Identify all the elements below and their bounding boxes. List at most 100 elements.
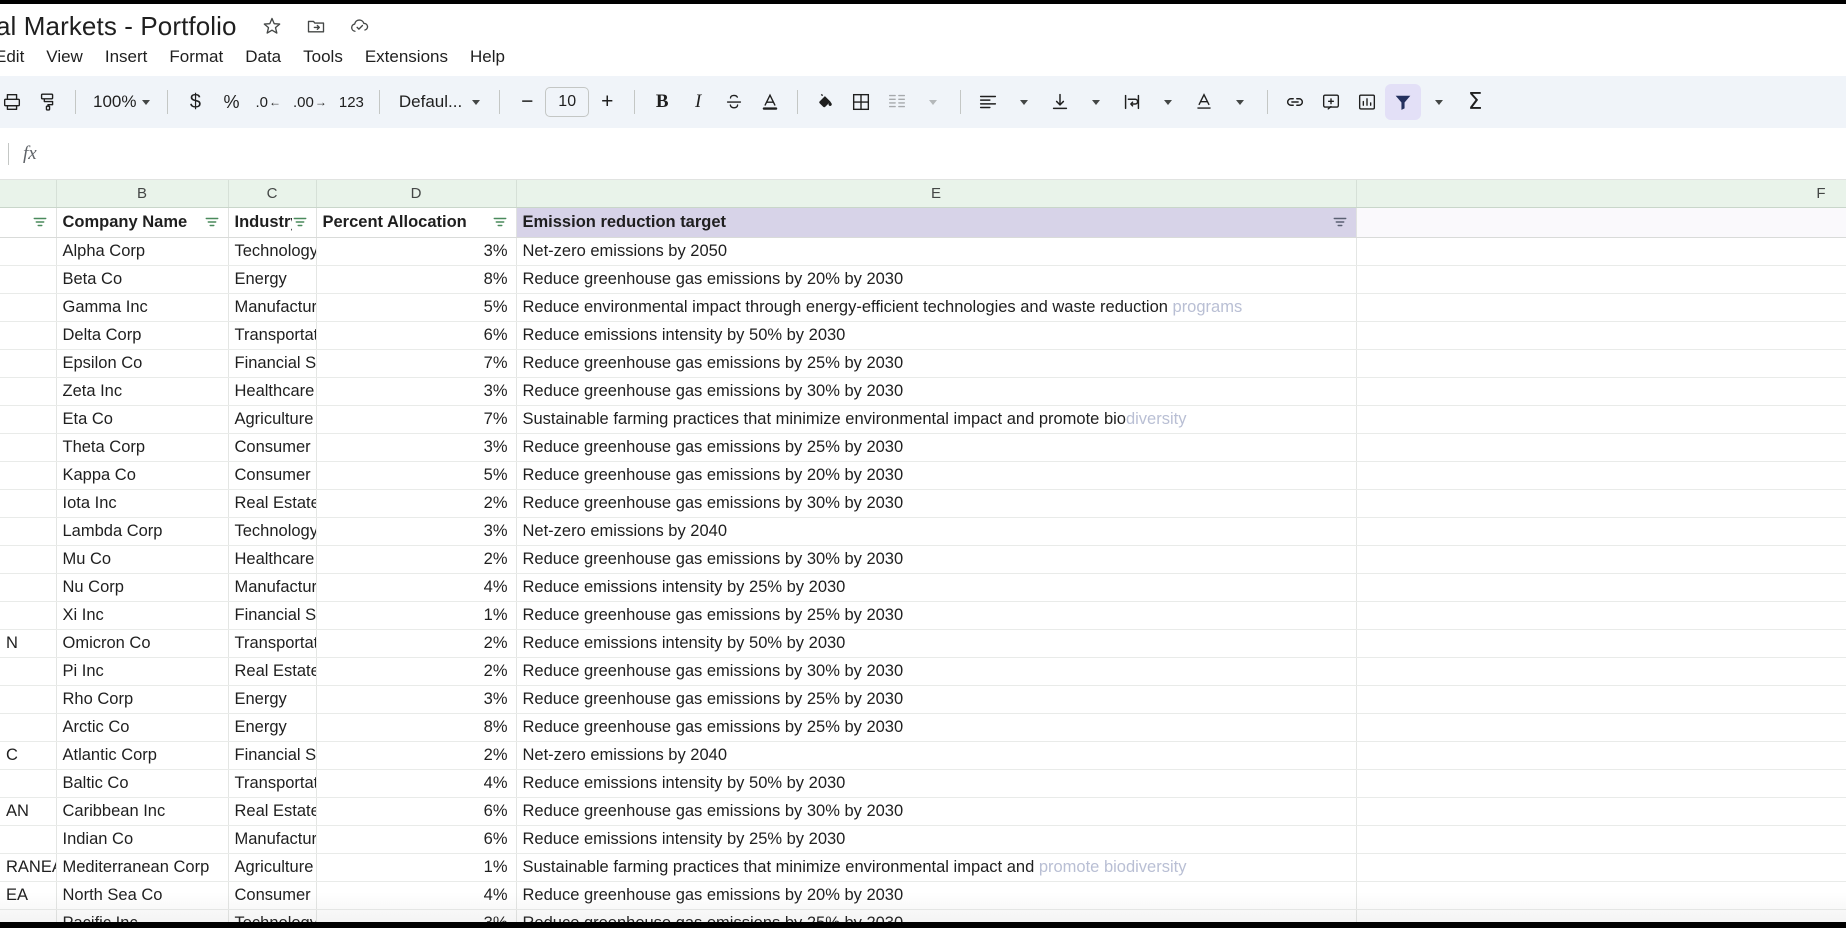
cell-company-code[interactable] (0, 349, 56, 377)
table-row[interactable]: Indian CoManufacturing6%Reduce emissions… (0, 825, 1846, 853)
table-row[interactable]: Epsilon CoFinancial Services7%Reduce gre… (0, 349, 1846, 377)
merge-cells-icon[interactable] (879, 84, 915, 120)
cell-column-f[interactable] (1356, 489, 1846, 517)
cell-emission-target[interactable]: Reduce greenhouse gas emissions by 20% b… (516, 461, 1356, 489)
star-icon[interactable] (259, 13, 285, 39)
cell-company-name[interactable]: Lambda Corp (56, 517, 228, 545)
column-header-f[interactable]: F (1356, 180, 1846, 207)
cell-emission-target[interactable]: Reduce greenhouse gas emissions by 30% b… (516, 657, 1356, 685)
table-row[interactable]: Baltic CoTransportation4%Reduce emission… (0, 769, 1846, 797)
cell-column-f[interactable] (1356, 433, 1846, 461)
cell-emission-target[interactable]: Reduce environmental impact through ener… (516, 293, 1356, 321)
cell-emission-target[interactable]: Net-zero emissions by 2050 (516, 237, 1356, 265)
cell-company-name[interactable]: Rho Corp (56, 685, 228, 713)
decrease-font-size-button[interactable]: − (509, 84, 545, 120)
cell-column-f[interactable] (1356, 853, 1846, 881)
cell-emission-target[interactable]: Reduce emissions intensity by 25% by 203… (516, 573, 1356, 601)
cell-company-code[interactable]: C (0, 741, 56, 769)
menu-item-edit[interactable]: Edit (0, 44, 35, 70)
cell-percent-allocation[interactable]: 6% (316, 797, 516, 825)
cell-column-f[interactable] (1356, 685, 1846, 713)
cell-company-name[interactable]: Atlantic Corp (56, 741, 228, 769)
cell-percent-allocation[interactable]: 2% (316, 741, 516, 769)
document-title[interactable]: al Markets - Portfolio (0, 11, 237, 42)
cell-company-name[interactable]: Pi Inc (56, 657, 228, 685)
cell-column-f[interactable] (1356, 713, 1846, 741)
cell-emission-target[interactable]: Reduce greenhouse gas emissions by 25% b… (516, 433, 1356, 461)
cell-company-name[interactable]: Eta Co (56, 405, 228, 433)
cell-column-f[interactable] (1356, 517, 1846, 545)
cell-percent-allocation[interactable]: 3% (316, 685, 516, 713)
cell-emission-target[interactable]: Reduce greenhouse gas emissions by 20% b… (516, 881, 1356, 909)
borders-icon[interactable] (843, 84, 879, 120)
cell-company-name[interactable]: Beta Co (56, 265, 228, 293)
cell-industry[interactable]: Technology (228, 237, 316, 265)
cell-emission-target[interactable]: Reduce greenhouse gas emissions by 30% b… (516, 489, 1356, 517)
header-cell-f[interactable] (1356, 207, 1846, 237)
cell-industry[interactable]: Transportation (228, 769, 316, 797)
cell-company-code[interactable] (0, 657, 56, 685)
table-row[interactable]: Arctic CoEnergy8%Reduce greenhouse gas e… (0, 713, 1846, 741)
cell-company-name[interactable]: Delta Corp (56, 321, 228, 349)
cell-column-f[interactable] (1356, 657, 1846, 685)
cell-company-name[interactable]: Alpha Corp (56, 237, 228, 265)
cell-company-code[interactable] (0, 713, 56, 741)
table-row[interactable]: Iota IncReal Estate2%Reduce greenhouse g… (0, 489, 1846, 517)
cell-emission-target[interactable]: Reduce greenhouse gas emissions by 25% b… (516, 685, 1356, 713)
increase-decimal-button[interactable]: .00 → (287, 84, 333, 120)
table-row[interactable]: Theta CorpConsumer Goods3%Reduce greenho… (0, 433, 1846, 461)
cell-percent-allocation[interactable]: 5% (316, 461, 516, 489)
cell-company-code[interactable] (0, 685, 56, 713)
cell-emission-target[interactable]: Reduce greenhouse gas emissions by 25% b… (516, 601, 1356, 629)
cell-percent-allocation[interactable]: 6% (316, 825, 516, 853)
cell-percent-allocation[interactable]: 1% (316, 601, 516, 629)
menu-item-extensions[interactable]: Extensions (354, 44, 459, 70)
cell-column-f[interactable] (1356, 237, 1846, 265)
table-row[interactable]: Xi IncFinancial Services1%Reduce greenho… (0, 601, 1846, 629)
cell-column-f[interactable] (1356, 601, 1846, 629)
table-row[interactable]: NOmicron CoTransportation2%Reduce emissi… (0, 629, 1846, 657)
cell-company-code[interactable] (0, 489, 56, 517)
table-row[interactable]: CAtlantic CorpFinancial Services2%Net-ze… (0, 741, 1846, 769)
bold-button[interactable]: B (644, 84, 680, 120)
cell-percent-allocation[interactable]: 3% (316, 377, 516, 405)
cell-industry[interactable]: Technology (228, 517, 316, 545)
cell-company-name[interactable]: Mu Co (56, 545, 228, 573)
cell-company-name[interactable]: Zeta Inc (56, 377, 228, 405)
currency-format-button[interactable]: $ (177, 84, 213, 120)
cell-company-code[interactable] (0, 321, 56, 349)
cell-percent-allocation[interactable]: 7% (316, 349, 516, 377)
cell-company-code[interactable] (0, 461, 56, 489)
cell-column-f[interactable] (1356, 377, 1846, 405)
table-row[interactable]: Nu CorpManufacturing4%Reduce emissions i… (0, 573, 1846, 601)
cell-industry[interactable]: Transportation (228, 629, 316, 657)
cell-company-name[interactable]: Gamma Inc (56, 293, 228, 321)
functions-icon[interactable]: Σ (1457, 84, 1493, 120)
cell-column-f[interactable] (1356, 265, 1846, 293)
print-icon[interactable] (0, 84, 30, 120)
header-cell-e[interactable]: Emission reduction target (516, 207, 1356, 237)
spreadsheet-grid[interactable]: B C D E F Company Na (0, 180, 1846, 928)
column-header-e[interactable]: E (516, 180, 1356, 207)
filter-funnel-icon[interactable] (1332, 215, 1348, 229)
cell-company-code[interactable]: EA (0, 881, 56, 909)
merge-cells-dropdown[interactable] (915, 84, 951, 120)
table-row[interactable]: ANCaribbean IncReal Estate6%Reduce green… (0, 797, 1846, 825)
cell-industry[interactable]: Consumer Goods (228, 433, 316, 461)
cell-emission-target[interactable]: Reduce greenhouse gas emissions by 30% b… (516, 377, 1356, 405)
filter-dropdown[interactable] (1421, 84, 1457, 120)
cell-emission-target[interactable]: Sustainable farming practices that minim… (516, 405, 1356, 433)
cell-company-name[interactable]: Xi Inc (56, 601, 228, 629)
cell-industry[interactable]: Real Estate (228, 657, 316, 685)
cell-company-code[interactable] (0, 293, 56, 321)
strikethrough-icon[interactable] (716, 84, 752, 120)
cell-percent-allocation[interactable]: 4% (316, 881, 516, 909)
cell-emission-target[interactable]: Net-zero emissions by 2040 (516, 517, 1356, 545)
cell-company-code[interactable]: RANEA (0, 853, 56, 881)
table-row[interactable]: Eta CoAgriculture7%Sustainable farming p… (0, 405, 1846, 433)
cell-percent-allocation[interactable]: 6% (316, 321, 516, 349)
cell-percent-allocation[interactable]: 2% (316, 545, 516, 573)
cell-company-code[interactable] (0, 573, 56, 601)
cell-column-f[interactable] (1356, 545, 1846, 573)
cell-industry[interactable]: Financial Services (228, 349, 316, 377)
